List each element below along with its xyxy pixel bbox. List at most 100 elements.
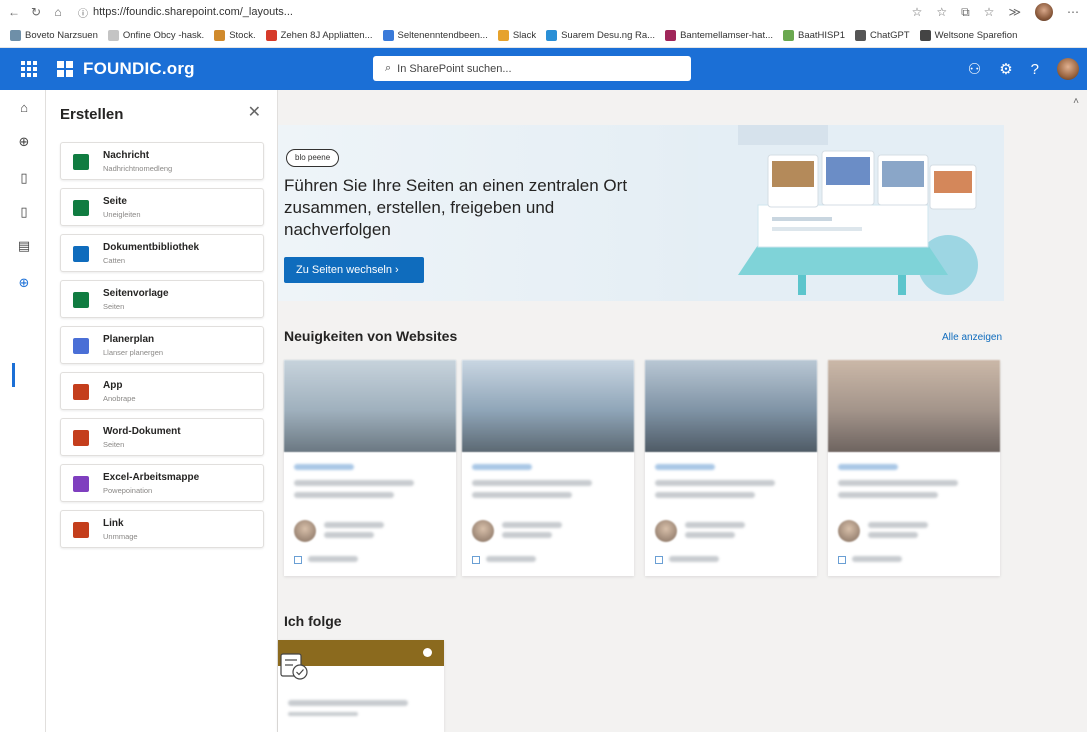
news-card[interactable] xyxy=(462,360,634,576)
site-info-icon[interactable]: ⓘ xyxy=(78,5,88,20)
news-icon xyxy=(73,154,89,170)
bookmark-item[interactable]: Weltsone Sparefion xyxy=(919,30,1017,41)
bookmark-favicon-icon xyxy=(497,30,509,41)
settings-gear-icon[interactable]: ⚙ xyxy=(999,60,1012,78)
star-icon[interactable]: ☆ xyxy=(912,5,923,19)
create-item-link[interactable]: Link Unmmage xyxy=(60,510,264,548)
bookmark-item[interactable]: Zehen 8J Appliatten... xyxy=(265,30,373,41)
create-plus-icon[interactable]: ⊕ xyxy=(16,275,32,291)
bookmark-item[interactable]: Boveto Narzsuen xyxy=(10,30,98,41)
browser-profile-avatar[interactable] xyxy=(1035,3,1053,21)
news-card-image xyxy=(645,360,817,452)
app-launcher-icon[interactable] xyxy=(21,61,37,77)
create-item-subtitle: Uneigleiten xyxy=(103,210,141,219)
bookmark-label: Suarem Desu.ng Ra... xyxy=(561,30,656,41)
bookmark-favicon-icon xyxy=(855,30,867,41)
create-item-subtitle: Nadhrichtnomedleng xyxy=(103,164,173,173)
profile-switch-icon[interactable]: ≫ xyxy=(1008,5,1021,19)
hero-headline: Führen Sie Ihre Seiten an einen zentrale… xyxy=(284,176,628,239)
bookmark-item[interactable]: BaatHISP1 xyxy=(783,30,845,41)
bookmark-item[interactable]: Suarem Desu.ng Ra... xyxy=(546,30,655,41)
blurred-text xyxy=(868,532,918,538)
url-field[interactable]: ⓘ https://foundic.sharepoint.com/_layout… xyxy=(78,5,293,20)
blurred-text xyxy=(685,522,745,528)
page-icon xyxy=(838,556,846,564)
blurred-text xyxy=(486,556,536,562)
create-item-dokumentbibliothek[interactable]: Dokumentbibliothek Catten xyxy=(60,234,264,272)
create-item-excel-arbeitsmappe[interactable]: Excel-Arbeitsmappe Powepoination xyxy=(60,464,264,502)
bookmark-favicon-icon xyxy=(546,30,558,41)
create-item-nachricht[interactable]: Nachricht Nadhrichtnomedleng xyxy=(60,142,264,180)
news-card[interactable] xyxy=(828,360,1000,576)
blurred-text xyxy=(294,480,414,486)
user-avatar[interactable] xyxy=(1057,58,1079,80)
bookmark-item[interactable]: Onfine Obcy -hask. xyxy=(107,30,204,41)
documents-icon[interactable]: ▯ xyxy=(16,204,32,220)
search-box[interactable]: ⌕ In SharePoint suchen... xyxy=(373,56,691,81)
blurred-text xyxy=(655,492,755,498)
bookmark-favicon-icon xyxy=(382,30,394,41)
extensions-icon[interactable]: ☆ xyxy=(984,5,995,19)
news-card-image xyxy=(828,360,1000,452)
blurred-text xyxy=(868,522,928,528)
create-item-word-dokument[interactable]: Word-Dokument Seiten xyxy=(60,418,264,456)
create-panel: Erstellen ✕ Nachricht Nadhrichtnomedleng S… xyxy=(46,90,278,732)
news-card[interactable] xyxy=(284,360,456,576)
following-section-title: Ich folge xyxy=(284,613,342,629)
share-icon[interactable]: ⚇ xyxy=(968,60,981,78)
sites-globe-icon[interactable]: ⊕ xyxy=(16,134,32,150)
go-to-pages-button[interactable]: Zu Seiten wechseln › xyxy=(284,257,424,283)
bookmark-item[interactable]: Seltenenntendbeen... xyxy=(382,30,488,41)
create-item-subtitle: Unmmage xyxy=(103,532,138,541)
author-avatar xyxy=(655,520,677,542)
bookmark-item[interactable]: Bantemellamser-hat... xyxy=(665,30,773,41)
lists-icon[interactable]: ▤ xyxy=(16,238,32,254)
create-item-seitenvorlage[interactable]: Seitenvorlage Seiten xyxy=(60,280,264,318)
left-app-bar: ⌂ ⊕ ▯ ▯ ▤ ⊕ xyxy=(0,90,46,732)
page-icon xyxy=(73,200,89,216)
help-icon[interactable]: ? xyxy=(1031,61,1039,78)
home-nav-icon[interactable]: ⌂ xyxy=(16,100,32,116)
collections-icon[interactable]: ⧉ xyxy=(961,5,970,20)
page-icon xyxy=(294,556,302,564)
home-icon[interactable]: ⌂ xyxy=(50,5,66,19)
see-all-link[interactable]: Alle anzeigen xyxy=(942,332,1002,343)
files-icon[interactable]: ▯ xyxy=(16,170,32,186)
panel-title: Erstellen xyxy=(60,106,124,123)
brand-name[interactable]: FOUNDIC.org xyxy=(83,59,195,79)
author-avatar xyxy=(838,520,860,542)
blurred-text xyxy=(502,522,562,528)
more-icon[interactable]: ⋯ xyxy=(1067,5,1079,19)
create-item-seite[interactable]: Seite Uneigleiten xyxy=(60,188,264,226)
news-card-image xyxy=(284,360,456,452)
news-card[interactable] xyxy=(645,360,817,576)
blurred-text xyxy=(838,464,898,470)
hero-banner: blo peene Führen Sie Ihre Seiten an eine… xyxy=(278,125,1004,301)
template-icon xyxy=(73,292,89,308)
bookmark-item[interactable]: Slack xyxy=(497,30,536,41)
back-icon[interactable]: ← xyxy=(6,5,22,19)
blurred-text xyxy=(838,492,938,498)
close-icon[interactable]: ✕ xyxy=(248,102,261,122)
create-item-subtitle: Seiten xyxy=(103,440,125,449)
create-item-planerplan[interactable]: Planerplan Llanser planergen xyxy=(60,326,264,364)
bookmark-item[interactable]: ChatGPT xyxy=(855,30,910,41)
main-content: ˄ blo peene Führen Sie Ihre Seiten an ei… xyxy=(278,90,1087,732)
reload-icon[interactable]: ↻ xyxy=(28,5,44,19)
blurred-text xyxy=(472,492,572,498)
bookmark-favicon-icon xyxy=(10,30,21,41)
bookmark-favicon-icon xyxy=(107,30,119,41)
follow-star-icon[interactable] xyxy=(423,648,432,657)
create-item-subtitle: Llanser planergen xyxy=(103,348,164,357)
collapse-chevron-icon[interactable]: ˄ xyxy=(1073,96,1079,107)
bookmark-label: BaatHISP1 xyxy=(798,30,846,41)
news-card-image xyxy=(462,360,634,452)
author-avatar xyxy=(294,520,316,542)
blurred-text xyxy=(669,556,719,562)
followed-site-card[interactable] xyxy=(278,640,444,732)
create-item-app[interactable]: App Anobrape xyxy=(60,372,264,410)
blurred-text xyxy=(838,480,958,486)
create-item-subtitle: Powepoination xyxy=(103,486,153,495)
favorites-icon[interactable]: ☆ xyxy=(936,5,947,19)
bookmark-item[interactable]: Stock. xyxy=(214,30,256,41)
